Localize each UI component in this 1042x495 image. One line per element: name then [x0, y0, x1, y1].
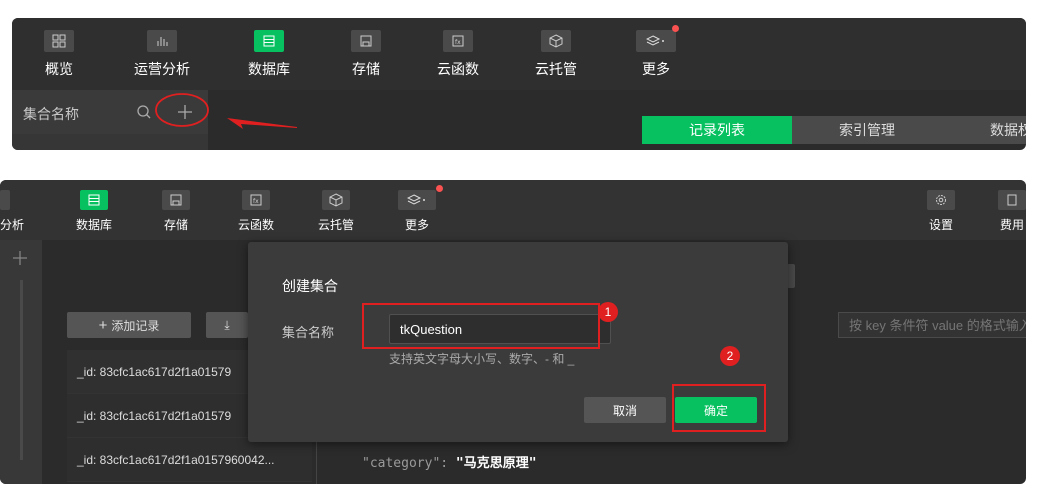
nav-cloudrun[interactable]: 云托管: [535, 30, 577, 79]
nav-more-label: 更多: [404, 218, 429, 232]
step-badge-1: 1: [598, 302, 618, 322]
layers-icon: [398, 190, 436, 210]
add-record-button[interactable]: + 添加记录: [67, 312, 191, 338]
tab-indexes[interactable]: 索引管理: [792, 116, 942, 144]
nav-settings-label: 设置: [928, 218, 953, 232]
arrow-icon: [227, 118, 297, 129]
nav-functions[interactable]: fx 云函数: [437, 30, 479, 79]
nav-database[interactable]: 数据库: [76, 190, 112, 233]
dialog-title: 创建集合: [282, 278, 338, 294]
download-icon: ⤓: [224, 317, 230, 332]
layers-icon: [636, 30, 676, 52]
collection-sidebar: [0, 240, 42, 484]
grid-icon: [44, 30, 74, 52]
top-toolbar: 概览 运营分析 数据库 存储 fx 云函数 云托管 更多: [12, 18, 1026, 90]
nav-functions-label: 云函数: [437, 61, 479, 77]
nav-more[interactable]: 更多: [636, 25, 679, 79]
nav-analytics-label: 运营分析: [134, 61, 190, 77]
record-row[interactable]: _id: 83cfc1ac617d2f1a0157960042...: [67, 438, 312, 482]
add-record-label: 添加记录: [111, 318, 160, 333]
tabs: 记录列表 索引管理 数据权限: [642, 116, 1026, 144]
annotation-overlay: [155, 93, 297, 129]
nav-cloudrun[interactable]: 云托管: [318, 190, 354, 233]
bill-icon: [998, 190, 1026, 210]
function-icon: fx: [443, 30, 473, 52]
nav-database-label: 数据库: [248, 61, 290, 77]
highlight-ellipse: [155, 93, 209, 127]
json-value: "马克思原理": [455, 456, 537, 471]
storage-icon: [162, 190, 190, 210]
json-key: "category":: [362, 456, 449, 471]
search-icon[interactable]: [136, 104, 152, 120]
storage-icon: [351, 30, 381, 52]
add-collection-icon[interactable]: [12, 250, 28, 266]
svg-text:fx: fx: [253, 198, 259, 205]
notification-dot: [436, 185, 443, 192]
json-preview-line: "category": "马克思原理": [362, 452, 537, 471]
nav-storage[interactable]: 存储: [162, 190, 190, 233]
nav-cloudrun-label: 云托管: [535, 61, 577, 77]
nav-more[interactable]: 更多: [398, 185, 443, 233]
bar-chart-icon: [147, 30, 177, 52]
nav-analytics[interactable]: 运营分析: [134, 30, 190, 79]
plus-icon: +: [98, 316, 108, 334]
notification-dot: [672, 25, 679, 32]
bar-chart-icon: [0, 190, 10, 210]
nav-storage[interactable]: 存储: [351, 30, 381, 79]
database-icon: [254, 30, 284, 52]
tab-records[interactable]: 记录列表: [642, 116, 792, 144]
sidebar-scrollbar[interactable]: [20, 280, 23, 460]
nav-overview[interactable]: 概览: [44, 30, 74, 79]
bottom-screenshot-panel: 分析 数据库 存储 fx 云函数 云托管 更多 设置 费用 + 添加记录 ⤓ 按…: [0, 180, 1026, 484]
nav-functions-label: 云函数: [238, 218, 275, 232]
nav-database[interactable]: 数据库: [248, 30, 290, 79]
svg-text:fx: fx: [455, 39, 461, 46]
cube-icon: [541, 30, 571, 52]
tab-permissions[interactable]: 数据权限: [942, 116, 1026, 144]
function-icon: fx: [242, 190, 270, 210]
cube-icon: [322, 190, 350, 210]
bottom-toolbar: 分析 数据库 存储 fx 云函数 云托管 更多 设置 费用: [0, 180, 1026, 240]
nav-billing-label: 费用: [999, 218, 1024, 232]
nav-storage-label: 存储: [163, 218, 188, 232]
filter-input[interactable]: [838, 312, 1026, 338]
nav-database-label: 数据库: [76, 218, 113, 232]
download-button[interactable]: ⤓: [206, 312, 248, 338]
cancel-button[interactable]: 取消: [584, 397, 666, 423]
toolbar-button-edge[interactable]: [787, 264, 795, 288]
nav-settings[interactable]: 设置: [927, 190, 955, 233]
nav-more-label: 更多: [642, 61, 670, 77]
nav-overview-label: 概览: [45, 61, 73, 77]
highlight-box-confirm: [672, 384, 766, 432]
input-hint: 支持英文字母大小写、数字、- 和 _: [389, 352, 575, 366]
nav-cloudrun-label: 云托管: [318, 218, 355, 232]
collection-name-label: 集合名称: [282, 325, 335, 340]
nav-functions[interactable]: fx 云函数: [238, 190, 274, 233]
collection-name-label: 集合名称: [23, 106, 79, 122]
nav-analytics-label: 分析: [0, 218, 25, 232]
database-icon: [80, 190, 108, 210]
nav-storage-label: 存储: [352, 61, 380, 77]
nav-billing[interactable]: 费用: [998, 190, 1026, 233]
nav-analytics[interactable]: 分析: [0, 190, 24, 233]
highlight-box-input: [362, 303, 600, 349]
step-badge-2: 2: [720, 346, 740, 366]
gear-icon: [927, 190, 955, 210]
